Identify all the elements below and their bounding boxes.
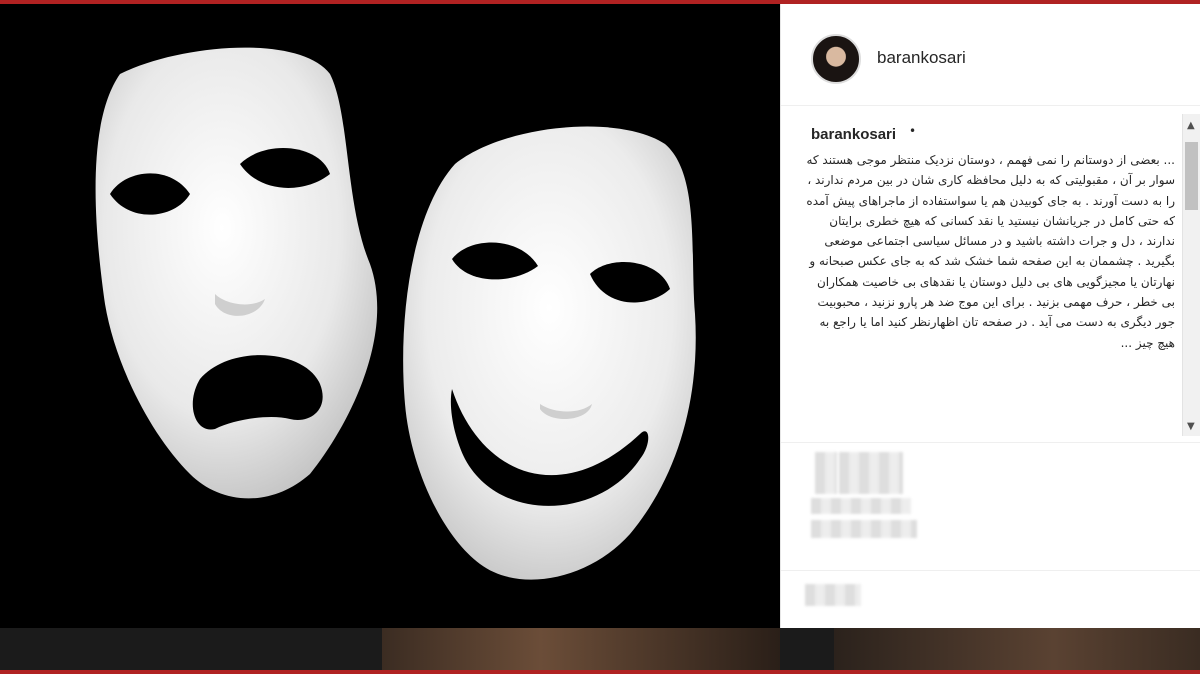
caption-username[interactable]: barankosari (811, 126, 896, 143)
comment-input-blurred[interactable] (805, 584, 861, 606)
avatar[interactable] (811, 34, 861, 84)
scroll-down-icon[interactable]: ▼ (1187, 421, 1195, 432)
blurred-region (815, 452, 837, 494)
masks-illustration (95, 47, 696, 580)
blurred-region (839, 452, 903, 494)
bottom-border (0, 670, 1200, 674)
scroll-thumb[interactable] (1185, 142, 1198, 210)
scroll-up-icon[interactable]: ▲ (1187, 120, 1195, 131)
lightbox-frame: barankosari barankosari • ... بعضی از دو… (0, 0, 1200, 674)
caption-dot: • (909, 124, 917, 138)
blurred-region (811, 520, 917, 538)
header-username[interactable]: barankosari (877, 48, 966, 68)
post-photo (0, 4, 780, 628)
post-header: barankosari (781, 4, 1200, 106)
caption-text: ... بعضی از دوستانم را نمی فهمم ، دوستان… (806, 153, 1175, 350)
post-side-panel: barankosari barankosari • ... بعضی از دو… (780, 4, 1200, 628)
divider (781, 570, 1200, 571)
blurred-region (811, 498, 911, 514)
caption-area: barankosari • ... بعضی از دوستانم را نمی… (781, 114, 1200, 442)
background-thumbnail[interactable] (382, 628, 780, 670)
tragedy-mask-icon (95, 47, 378, 499)
caption-scrollbar[interactable]: ▲ ▼ (1182, 114, 1200, 436)
comedy-mask-icon (403, 126, 696, 580)
background-thumbnail[interactable] (834, 628, 1200, 670)
divider (781, 442, 1200, 443)
